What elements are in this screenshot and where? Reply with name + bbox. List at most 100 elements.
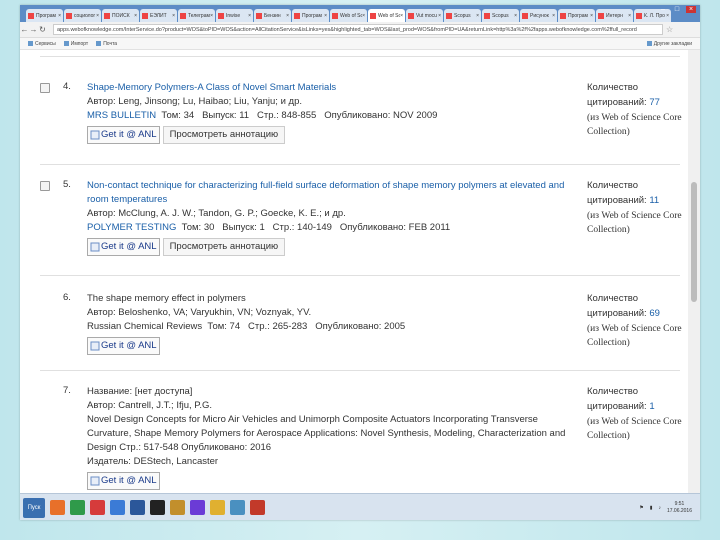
- browser-tab[interactable]: Програм ×: [558, 9, 595, 22]
- separator: [40, 164, 680, 165]
- record-meta: Том: 30 Выпуск: 1 Стр.: 140-149 Опублико…: [176, 222, 451, 233]
- browser-tab[interactable]: Бензин ×: [254, 9, 291, 22]
- citation-label: цитирований:: [587, 96, 650, 108]
- favicon-icon: [256, 12, 262, 19]
- tab-close-icon[interactable]: ×: [134, 13, 137, 19]
- clock[interactable]: 9:51 17.06.2016: [667, 501, 692, 515]
- citation-count-link[interactable]: 69: [649, 308, 660, 319]
- bookmark-item[interactable]: Сервисы: [28, 41, 56, 47]
- tab-close-icon[interactable]: ×: [628, 13, 631, 19]
- tab-label: Inwise: [226, 12, 241, 19]
- browser-tab[interactable]: Web of Sc ×: [330, 9, 367, 22]
- scrollbar[interactable]: [688, 50, 700, 493]
- view-abstract-button[interactable]: Просмотреть аннотацию: [162, 238, 286, 256]
- tab-label: Програм: [568, 12, 588, 19]
- tab-close-icon[interactable]: ×: [476, 13, 479, 19]
- tab-close-icon[interactable]: ×: [248, 13, 251, 19]
- opera-icon[interactable]: [90, 500, 105, 515]
- clock-time: 9:51: [674, 500, 685, 507]
- getit-button[interactable]: Get it @ ANL: [87, 238, 160, 256]
- bookmarks-bar: Сервисы Импорт Почта Другие закладки: [20, 38, 700, 50]
- tab-close-icon[interactable]: ×: [172, 13, 175, 19]
- url-input[interactable]: apps.webofknowledge.com/InterService.do?…: [53, 24, 663, 35]
- record-number: 7.: [63, 385, 71, 396]
- explorer-icon[interactable]: [110, 500, 125, 515]
- tab-close-icon[interactable]: ×: [400, 13, 403, 19]
- search-icon[interactable]: [230, 500, 245, 515]
- tab-close-icon[interactable]: ×: [666, 13, 669, 19]
- tab-close-icon[interactable]: ×: [438, 13, 441, 19]
- word-icon[interactable]: [130, 500, 145, 515]
- citation-count-link[interactable]: 77: [649, 97, 660, 108]
- citation-count-link[interactable]: 1: [649, 401, 654, 412]
- close-icon[interactable]: ×: [686, 6, 696, 13]
- record-title-link[interactable]: Shape-Memory Polymers-A Class of Novel S…: [87, 81, 582, 95]
- citation-label: цитирований:: [587, 400, 650, 412]
- minimize-icon[interactable]: –: [658, 6, 668, 13]
- citation-source: (из Web of Science Core: [587, 416, 682, 427]
- browser-tab[interactable]: Телеграм ×: [178, 9, 215, 22]
- view-abstract-button[interactable]: Просмотреть аннотацию: [162, 126, 286, 144]
- tab-close-icon[interactable]: ×: [324, 13, 327, 19]
- browser-tab[interactable]: Програм ×: [292, 9, 329, 22]
- folder-icon[interactable]: [210, 500, 225, 515]
- browser-tab[interactable]: Scopus ×: [482, 9, 519, 22]
- getit-label: Get it @ ANL: [101, 340, 157, 351]
- favicon-icon: [180, 12, 186, 19]
- journal-link[interactable]: MRS BULLETIN: [87, 110, 156, 121]
- browser-tab[interactable]: социолог ×: [64, 9, 101, 22]
- browser-tab[interactable]: Web of Sc ×: [368, 9, 405, 22]
- tab-close-icon[interactable]: ×: [286, 13, 289, 19]
- citation-source: (из Web of Science Core: [587, 323, 682, 334]
- tab-close-icon[interactable]: ×: [96, 13, 99, 19]
- other-bookmarks[interactable]: Другие закладки: [646, 41, 692, 47]
- browser-tab[interactable]: ЕЭЛИТ ×: [140, 9, 177, 22]
- browser-tab[interactable]: Рисунок ×: [520, 9, 557, 22]
- tab-close-icon[interactable]: ×: [362, 13, 365, 19]
- getit-button[interactable]: Get it @ ANL: [87, 126, 160, 144]
- getit-button[interactable]: Get it @ ANL: [87, 337, 160, 355]
- paint-icon[interactable]: [170, 500, 185, 515]
- browser-tab[interactable]: Интерн ×: [596, 9, 633, 22]
- getit-label: Get it @ ANL: [101, 241, 157, 252]
- tab-label: социолог: [74, 12, 96, 19]
- citation-source: (из Web of Science Core: [587, 210, 682, 221]
- tab-close-icon[interactable]: ×: [590, 13, 593, 19]
- bookmark-item[interactable]: Импорт: [63, 41, 88, 47]
- cmd-icon[interactable]: [150, 500, 165, 515]
- citation-label: Количество: [587, 82, 639, 93]
- tab-label: Scopus: [492, 12, 509, 19]
- citation-count-link[interactable]: 11: [649, 195, 659, 206]
- browser-tab[interactable]: ПОИСК ×: [102, 9, 139, 22]
- forward-icon[interactable]: →: [29, 25, 38, 34]
- start-button[interactable]: Пуск: [23, 497, 45, 518]
- favicon-icon: [104, 12, 110, 19]
- record-title-link[interactable]: Non-contact technique for characterizing…: [87, 179, 582, 207]
- citation-label: Количество: [587, 180, 639, 191]
- pdf-icon[interactable]: [250, 500, 265, 515]
- getit-button[interactable]: Get it @ ANL: [87, 472, 160, 490]
- star-icon[interactable]: ☆: [666, 25, 673, 34]
- browser-tab[interactable]: Inwise ×: [216, 9, 253, 22]
- browser-tab[interactable]: Scopus ×: [444, 9, 481, 22]
- back-icon[interactable]: ←: [20, 25, 29, 34]
- tab-close-icon[interactable]: ×: [514, 13, 517, 19]
- tab-close-icon[interactable]: ×: [552, 13, 555, 19]
- firefox-icon[interactable]: [50, 500, 65, 515]
- favicon-icon: [408, 12, 414, 19]
- record-checkbox[interactable]: [40, 181, 50, 191]
- media-icon[interactable]: [190, 500, 205, 515]
- journal-link[interactable]: POLYMER TESTING: [87, 222, 176, 233]
- bookmark-item[interactable]: Почта: [96, 41, 117, 47]
- tab-close-icon[interactable]: ×: [58, 13, 61, 19]
- chrome-icon[interactable]: [70, 500, 85, 515]
- browser-tab[interactable]: Vut mocu ×: [406, 9, 443, 22]
- record-checkbox[interactable]: [40, 83, 50, 93]
- getit-label: Get it @ ANL: [101, 475, 157, 486]
- browser-tab[interactable]: Програм ×: [26, 9, 63, 22]
- scrollbar-thumb[interactable]: [691, 182, 697, 302]
- tab-close-icon[interactable]: ×: [210, 13, 213, 19]
- maximize-icon[interactable]: □: [672, 6, 682, 13]
- reload-icon[interactable]: ↻: [38, 25, 47, 34]
- favicon-icon: [560, 12, 566, 19]
